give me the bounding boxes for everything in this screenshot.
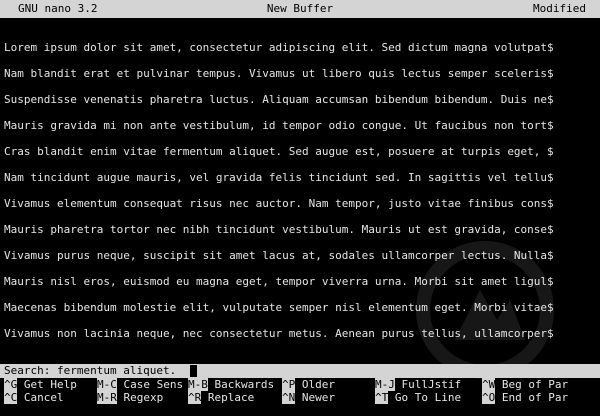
shortcut-key: ^T: [375, 391, 389, 404]
title-bar: GNU nano 3.2 New Buffer Modified: [0, 0, 600, 18]
shortcut-label: Regexp: [123, 391, 164, 404]
text-line-1[interactable]: Lorem ipsum dolor sit amet, consectetur …: [4, 41, 596, 55]
shortcut-key: M-C: [97, 378, 117, 391]
shortcut-regexp[interactable]: M-R Regexp: [97, 391, 163, 404]
text-line-3[interactable]: Suspendisse venenatis pharetra luctus. A…: [4, 93, 596, 107]
shortcut-label: FullJstif: [401, 378, 462, 391]
search-prompt[interactable]: Search: fermentum aliquet.: [4, 364, 176, 378]
shortcut-label: Backwards: [214, 378, 275, 391]
shortcut-beg-of-par[interactable]: ^W Beg of Par: [482, 378, 568, 391]
shortcut-key: ^G: [4, 378, 18, 391]
shortcut-key: ^N: [282, 391, 296, 404]
text-cursor: [190, 365, 197, 377]
shortcut-replace[interactable]: ^R Replace: [188, 391, 254, 404]
shortcut-older[interactable]: ^P Older: [282, 378, 335, 391]
text-line-4[interactable]: Mauris gravida mi non ante vestibulum, i…: [4, 119, 596, 133]
text-line-10[interactable]: Mauris nisl eros, euismod eu magna eget,…: [4, 275, 596, 289]
shortcut-label: Beg of Par: [501, 378, 569, 391]
shortcut-key: ^O: [482, 391, 496, 404]
shortcut-backwards[interactable]: M-B Backwards: [188, 378, 274, 391]
modified-status: Modified: [533, 2, 586, 15]
text-line-11[interactable]: Maecenas bibendum molestie elit, vulputa…: [4, 301, 596, 315]
shortcut-label: Case Sens: [123, 378, 184, 391]
shortcut-fulljstif[interactable]: M-J FullJstif: [375, 378, 461, 391]
shortcut-cancel[interactable]: ^C Cancel: [4, 391, 64, 404]
shortcut-label: Replace: [207, 391, 255, 404]
shortcut-end-of-par[interactable]: ^O End of Par: [482, 391, 568, 404]
text-line-9[interactable]: Vivamus purus neque, suscipit sit amet l…: [4, 249, 596, 263]
shortcut-key: ^C: [4, 391, 18, 404]
shortcut-label: Cancel: [23, 391, 64, 404]
text-line-12[interactable]: Vivamus non lacinia neque, nec consectet…: [4, 327, 596, 341]
buffer-name: New Buffer: [266, 2, 334, 15]
shortcut-newer[interactable]: ^N Newer: [282, 391, 335, 404]
shortcut-label: Older: [301, 378, 335, 391]
shortcut-key: M-J: [375, 378, 395, 391]
search-bar[interactable]: Search: fermentum aliquet.: [0, 364, 600, 378]
shortcut-label: Newer: [301, 391, 335, 404]
shortcut-go-to-line[interactable]: ^T Go To Line: [375, 391, 461, 404]
shortcut-key: ^W: [482, 378, 496, 391]
shortcut-key: ^P: [282, 378, 296, 391]
shortcut-label: Get Help: [23, 378, 77, 391]
shortcut-label: Go To Line: [394, 391, 462, 404]
text-line-2[interactable]: Nam blandit erat et pulvinar tempus. Viv…: [4, 67, 596, 81]
text-line-5[interactable]: Cras blandit enim vitae fermentum alique…: [4, 145, 596, 159]
shortcut-case-sens[interactable]: M-C Case Sens: [97, 378, 183, 391]
text-line-8[interactable]: Mauris pharetra tortor nec nibh tincidun…: [4, 223, 596, 237]
text-line-6[interactable]: Nam tincidunt augue mauris, vel gravida …: [4, 171, 596, 185]
text-line-7[interactable]: Vivamus elementum consequat risus nec au…: [4, 197, 596, 211]
shortcut-key: M-R: [97, 391, 117, 404]
shortcut-key: M-B: [188, 378, 208, 391]
shortcut-label: End of Par: [501, 391, 569, 404]
shortcut-get-help[interactable]: ^G Get Help: [4, 378, 77, 391]
shortcut-key: ^R: [188, 391, 202, 404]
